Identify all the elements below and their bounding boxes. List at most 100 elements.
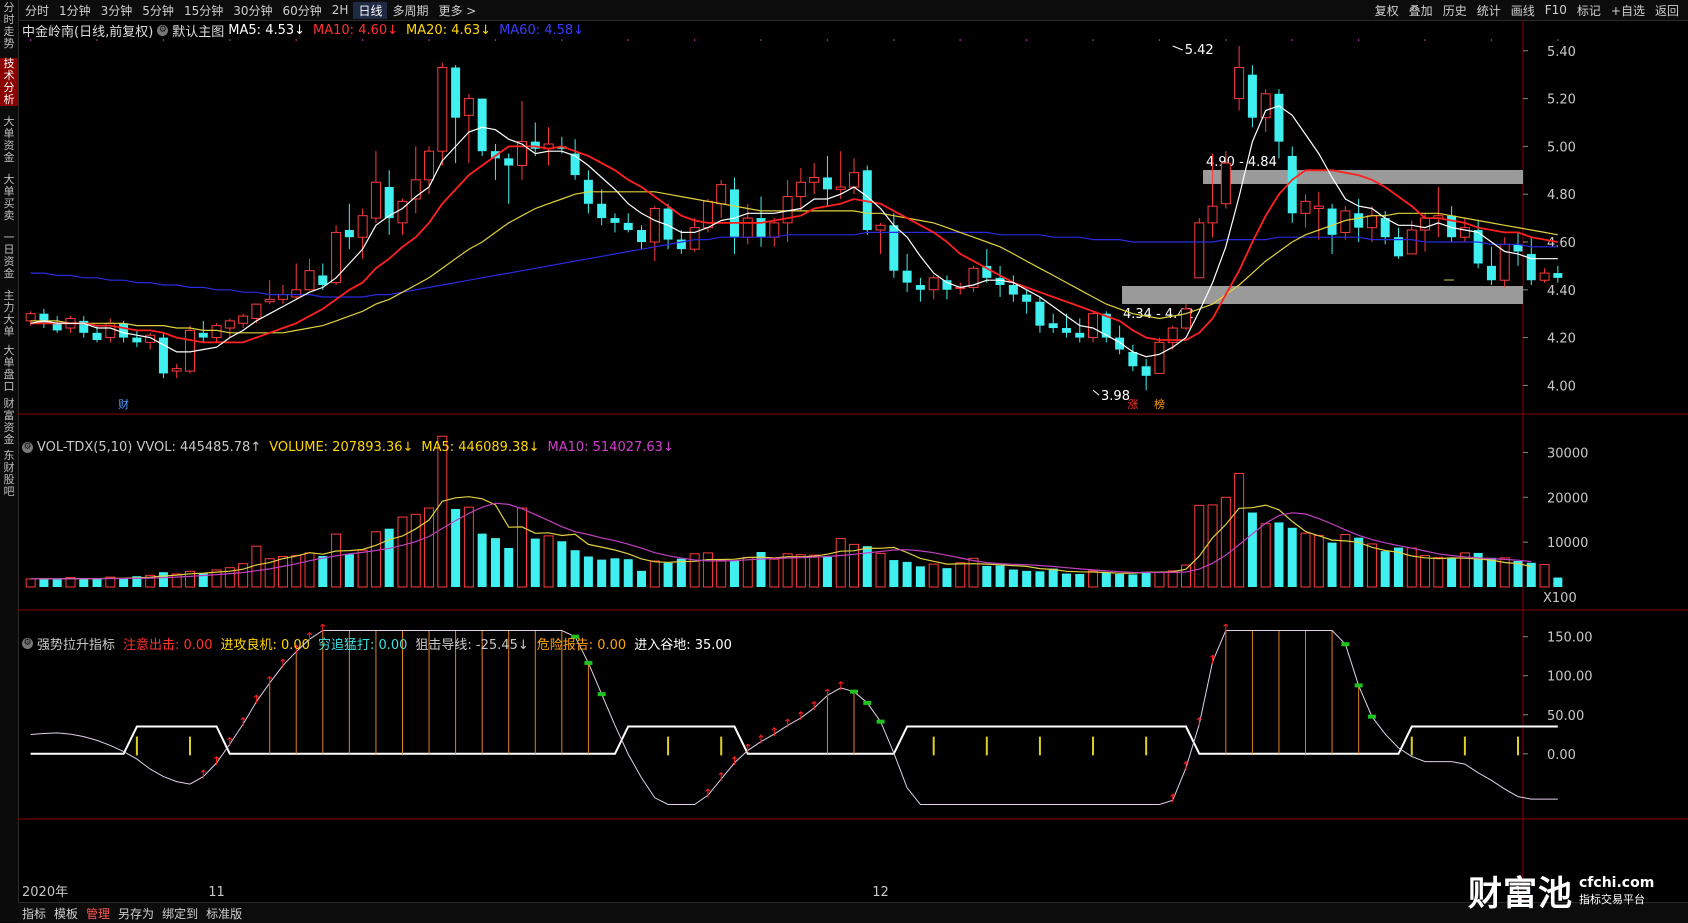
candle-body: [1022, 294, 1032, 302]
sidebar-item-0[interactable]: 分时走势: [0, 2, 18, 50]
chart-area[interactable]: 5.40 5.20 5.00 4.80 4.60 4.40 4.20 4.00 4.90 - 4…: [18, 20, 1688, 902]
tool-button-2[interactable]: 历史: [1438, 2, 1472, 19]
volume-bar: [782, 553, 793, 588]
volume-bar: [716, 560, 727, 588]
volume-bar: [504, 547, 514, 587]
top-mark: [1357, 39, 1360, 41]
price-tick-label: 5.00: [1547, 140, 1576, 155]
fall-marker: [850, 689, 858, 694]
sidebar-item-7[interactable]: 财富资金: [0, 398, 18, 446]
candle-body: [1207, 205, 1218, 224]
candle-body: [1220, 162, 1231, 205]
period-tab-10[interactable]: 更多 >: [433, 2, 481, 19]
candle-body: [637, 230, 647, 242]
period-tab-0[interactable]: 分时: [20, 2, 54, 19]
top-mark: [693, 39, 696, 41]
ind-tick-label: 50.00: [1547, 709, 1584, 724]
save-as-button[interactable]: 另存为: [114, 905, 158, 922]
period-tab-5[interactable]: 30分钟: [228, 2, 277, 19]
sidebar-item-8[interactable]: 东财股吧: [0, 450, 18, 498]
candle-body: [1088, 313, 1099, 339]
tool-button-7[interactable]: +自选: [1606, 2, 1650, 19]
period-tab-8[interactable]: 日线: [353, 1, 388, 19]
volume-bar: [1420, 555, 1431, 588]
candle-body: [171, 368, 182, 372]
candle-body: [397, 200, 408, 224]
tool-button-0[interactable]: 复权: [1370, 2, 1404, 19]
candle-body: [1274, 93, 1284, 142]
fall-marker: [876, 719, 885, 724]
candle-body: [1247, 74, 1257, 118]
volume-bar: [570, 550, 580, 587]
volume-bar: [822, 556, 832, 587]
settings-icon[interactable]: ⚙: [157, 24, 169, 36]
rise-arrow: ↑: [756, 733, 766, 747]
sniper-line: [30, 630, 1558, 805]
manage-button[interactable]: 管理: [82, 905, 114, 922]
tool-button-1[interactable]: 叠加: [1404, 2, 1438, 19]
tool-button-3[interactable]: 统计: [1472, 2, 1506, 19]
tool-button-4[interactable]: 画线: [1506, 2, 1540, 19]
volume-bar: [1088, 570, 1099, 588]
volume-bar: [1115, 573, 1125, 587]
stock-name: 中金岭南(日线,前复权): [22, 24, 154, 40]
volume-bar: [729, 560, 739, 587]
indicator-button[interactable]: 指标: [18, 905, 50, 922]
candle-body: [995, 277, 1005, 286]
period-tab-3[interactable]: 5分钟: [137, 2, 179, 19]
candle-body: [504, 158, 514, 166]
candle-body: [132, 337, 142, 343]
standard-button[interactable]: 标准版: [202, 905, 246, 922]
volume-bar: [463, 506, 474, 588]
sidebar-item-3[interactable]: 大单买卖: [0, 174, 18, 222]
tool-button-5[interactable]: F10: [1540, 3, 1572, 17]
volume-bar: [1061, 573, 1071, 587]
top-mark: [1424, 39, 1426, 41]
candle-body: [1287, 155, 1297, 214]
volume-bar: [1167, 570, 1178, 588]
volume-bar: [928, 563, 939, 588]
sidebar-item-1[interactable]: 技术分析: [0, 58, 18, 106]
tool-button-8[interactable]: 返回: [1650, 2, 1684, 19]
volume-bar: [1220, 496, 1231, 588]
rise-arrow: ↑: [729, 754, 739, 768]
settings-icon[interactable]: ⚙: [22, 637, 33, 649]
period-tab-9[interactable]: 多周期: [387, 2, 433, 19]
template-button[interactable]: 模板: [50, 905, 82, 922]
vol-tick-label: 30000: [1547, 446, 1588, 461]
bottom-toolbar: 指标 模板 管理 另存为 绑定到 标准版: [18, 902, 1688, 923]
period-tab-2[interactable]: 3分钟: [96, 2, 138, 19]
period-tab-7[interactable]: 2H: [327, 3, 354, 17]
candle-body: [822, 177, 832, 190]
volume-bar: [968, 557, 979, 588]
sidebar-item-4[interactable]: 一日资金: [0, 232, 18, 280]
period-tab-4[interactable]: 15分钟: [179, 2, 228, 19]
candle-body: [264, 298, 275, 303]
candle-body: [52, 323, 62, 331]
sidebar-item-6[interactable]: 大单盘口: [0, 345, 18, 393]
sidebar-item-2[interactable]: 大单资金: [0, 116, 18, 164]
candle-body: [1300, 200, 1311, 214]
sidebar-item-5[interactable]: 主力大单: [0, 290, 18, 338]
candle-body: [357, 215, 368, 238]
bind-to-button[interactable]: 绑定到: [158, 905, 202, 922]
period-tab-6[interactable]: 60分钟: [278, 2, 327, 19]
settings-icon[interactable]: ⚙: [22, 441, 33, 453]
vol-value-0: VOL-TDX(5,10) VVOL: 445485.78↑: [37, 439, 262, 455]
template-name[interactable]: 默认主图: [172, 21, 224, 40]
tool-button-6[interactable]: 标记: [1572, 2, 1606, 19]
candle-body: [1366, 215, 1377, 229]
ma-value-0: MA5: 4.53↓: [228, 22, 306, 38]
candle-body: [370, 181, 381, 219]
valley-line: [30, 725, 1558, 755]
candle-body: [1128, 351, 1138, 367]
volume-bar: [331, 533, 342, 588]
top-mark: [1490, 39, 1493, 41]
volume-bar: [689, 553, 700, 588]
candle-body: [756, 218, 766, 238]
volume-bar: [557, 541, 567, 587]
volume-bar: [742, 556, 753, 588]
candle-body: [716, 184, 727, 205]
rise-arrow: ↑: [836, 679, 846, 693]
period-tab-1[interactable]: 1分钟: [54, 2, 96, 19]
